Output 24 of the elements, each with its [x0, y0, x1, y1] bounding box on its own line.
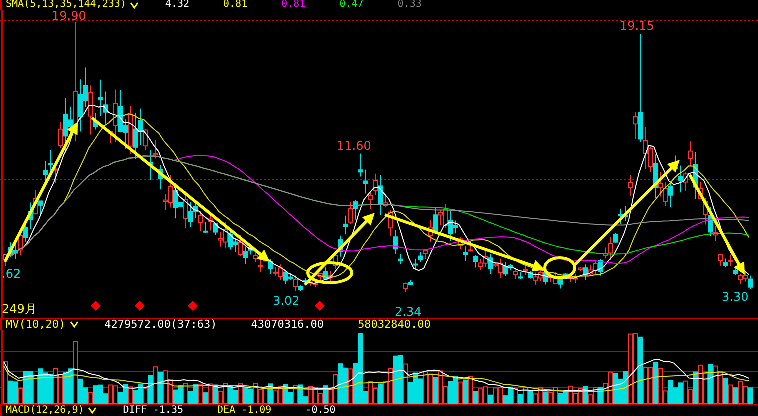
indicator-value: DIFF -1.35: [123, 406, 184, 416]
low-price-label: 3.30: [722, 290, 749, 304]
chevron-icon[interactable]: [88, 407, 98, 414]
low-price-label: 3.02: [273, 294, 300, 308]
high-price-label: 19.15: [620, 19, 654, 33]
indicator-value: 43070316.00: [251, 320, 324, 330]
price-label: .62: [2, 267, 22, 281]
indicator-value: DEA -1.09: [218, 406, 272, 416]
indicator-value: 4279572.00(37:63): [104, 320, 218, 330]
indicator-name: MV(10,20): [6, 320, 66, 330]
diamond-marker: [315, 301, 325, 311]
chevron-icon[interactable]: [130, 2, 140, 8]
high-price-label: 19.90: [52, 10, 86, 23]
highlight-ellipse: [544, 256, 576, 280]
diamond-marker: [188, 301, 198, 311]
low-price-label: 2.34: [395, 305, 422, 318]
indicator-name: MACD(12,26,9): [6, 406, 84, 416]
highlight-ellipse: [306, 262, 354, 284]
indicator-value: -0.50: [306, 406, 336, 416]
indicator-value: 58032840.00: [358, 320, 431, 330]
diamond-marker: [91, 301, 101, 311]
chevron-icon[interactable]: [70, 321, 79, 328]
diamond-marker: [135, 301, 145, 311]
high-price-label: 11.60: [337, 139, 372, 153]
